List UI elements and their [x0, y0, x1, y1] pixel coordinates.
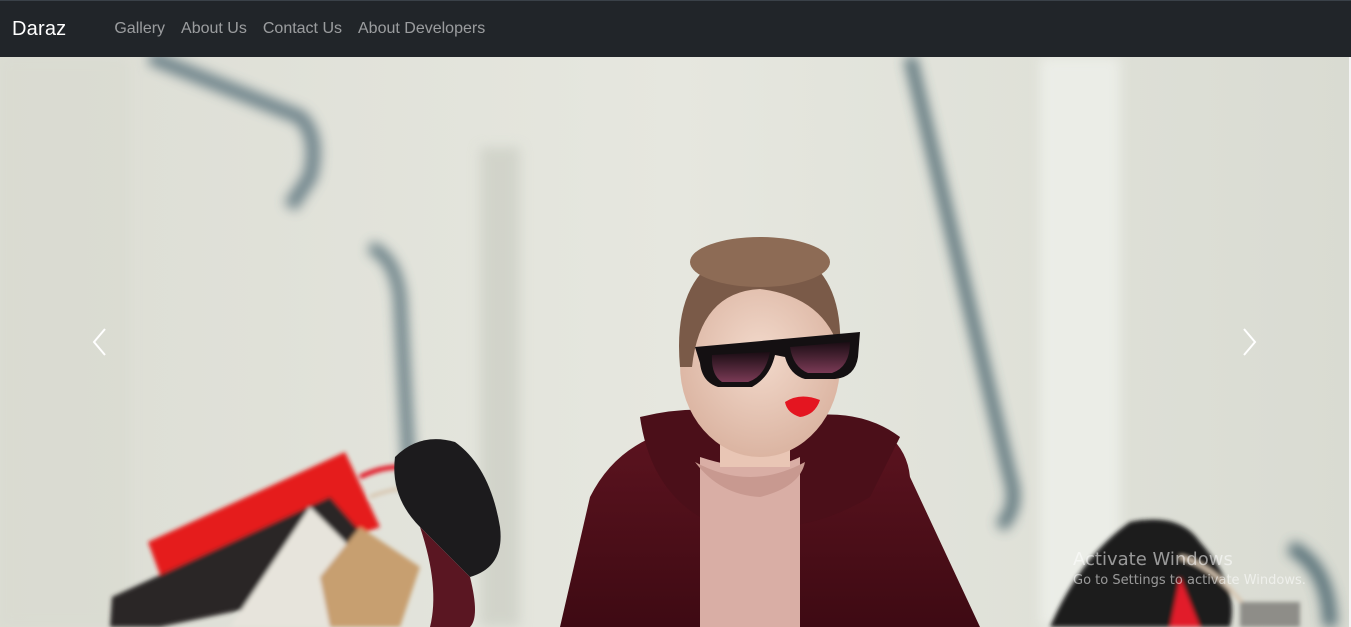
- nav-link-about-us[interactable]: About Us: [173, 20, 255, 38]
- watermark-title: Activate Windows: [1073, 549, 1233, 570]
- nav-link-gallery[interactable]: Gallery: [106, 20, 173, 38]
- watermark-subtitle: Go to Settings to activate Windows.: [1073, 573, 1306, 588]
- nav-link-contact-us[interactable]: Contact Us: [255, 20, 350, 38]
- nav-links: Gallery About Us Contact Us About Develo…: [106, 20, 493, 38]
- carousel-prev-button[interactable]: [0, 57, 200, 627]
- chevron-left-icon: [92, 328, 106, 356]
- top-navbar: Daraz Gallery About Us Contact Us About …: [0, 0, 1351, 57]
- windows-activation-watermark: Activate Windows Go to Settings to activ…: [1073, 548, 1306, 590]
- brand-logo-link[interactable]: Daraz: [12, 18, 66, 41]
- hero-carousel: [0, 57, 1349, 627]
- chevron-right-icon: [1243, 328, 1257, 356]
- carousel-slide-image: [0, 57, 1349, 627]
- carousel-next-button[interactable]: [1149, 57, 1349, 627]
- nav-link-about-developers[interactable]: About Developers: [350, 20, 493, 38]
